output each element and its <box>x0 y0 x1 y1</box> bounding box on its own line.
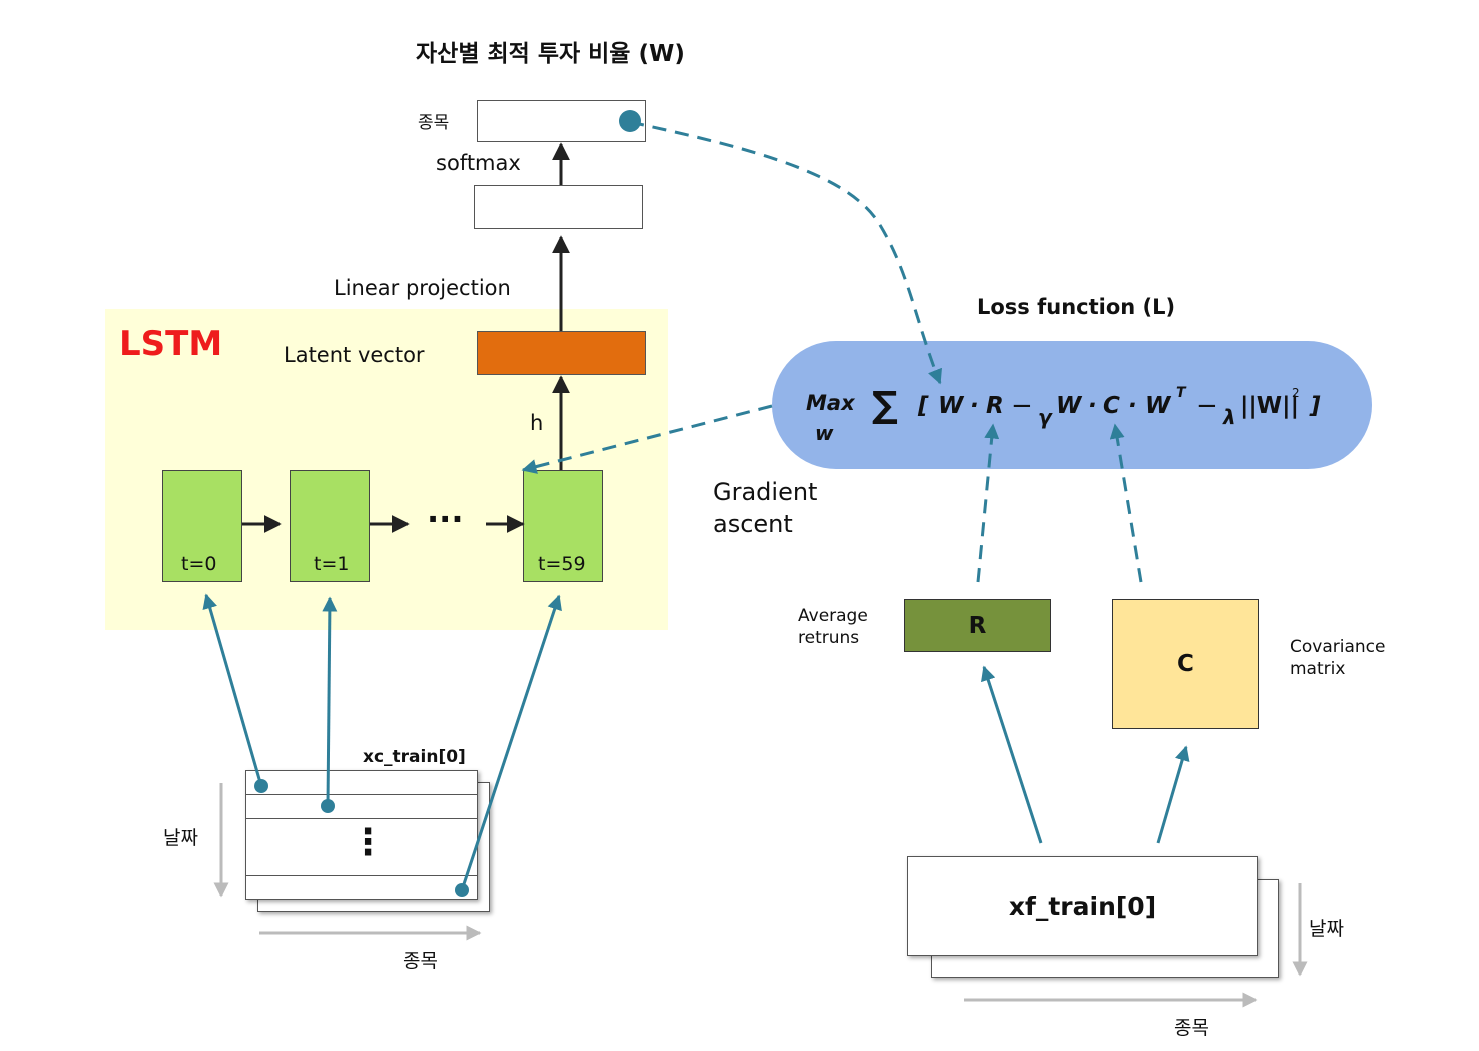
row59-dot <box>455 883 469 897</box>
dashed-weights-to-loss <box>629 120 942 385</box>
dashed-c-to-formula <box>1109 423 1143 583</box>
weights-dot <box>619 110 641 132</box>
row0-dot <box>254 779 268 793</box>
connector-arrows <box>202 110 1308 1008</box>
arrow-xf-to-r <box>981 665 1043 844</box>
arrow-row1-to-t1 <box>322 596 338 807</box>
arrow-row59-to-t59 <box>460 594 562 891</box>
arrow-row0-to-t0 <box>202 593 263 787</box>
row1-dot <box>321 799 335 813</box>
arrow-xf-to-c <box>1156 745 1190 844</box>
dashed-r-to-formula <box>976 423 1000 583</box>
